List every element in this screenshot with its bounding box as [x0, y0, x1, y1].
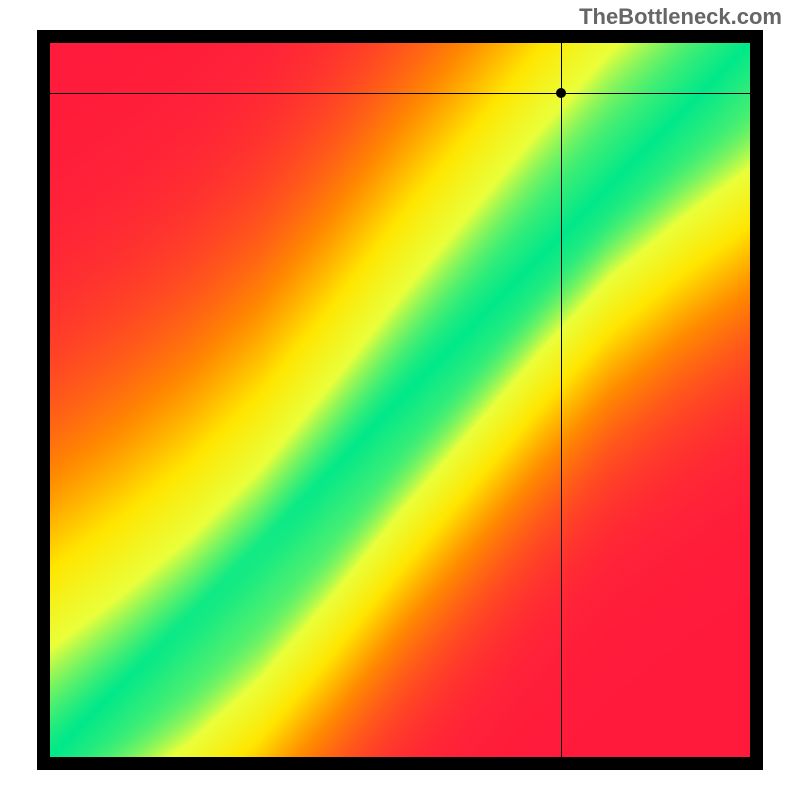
chart-container: TheBottleneck.com: [0, 0, 800, 800]
crosshair-vertical: [561, 43, 562, 757]
watermark-label: TheBottleneck.com: [579, 4, 782, 30]
crosshair-marker-icon: [556, 88, 566, 98]
crosshair-horizontal: [50, 93, 750, 94]
heatmap-canvas: [50, 43, 750, 757]
heatmap-plot: [50, 43, 750, 757]
